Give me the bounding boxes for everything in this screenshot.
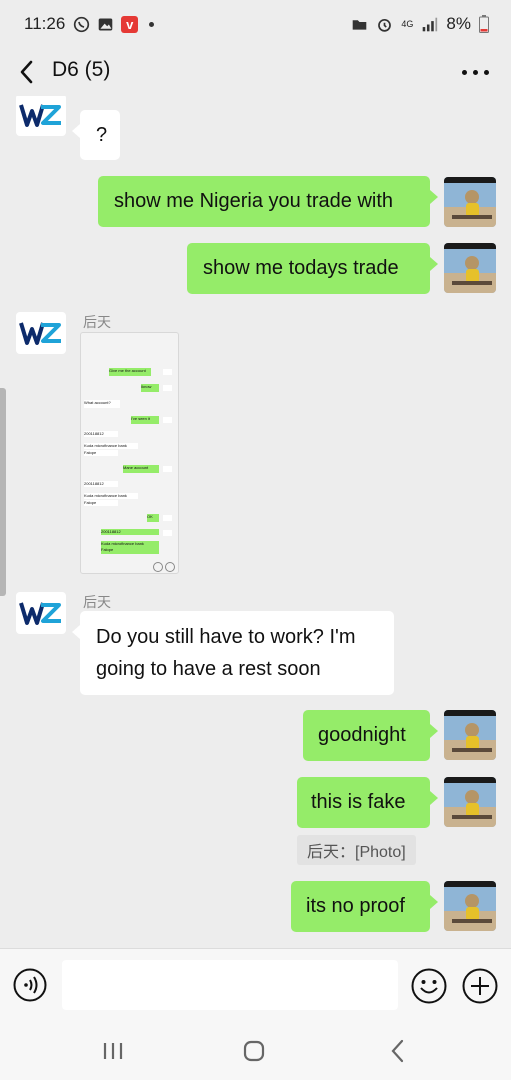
message-input[interactable] xyxy=(62,960,398,1010)
message-bubble[interactable]: Do you still have to work? I'm going to … xyxy=(72,611,394,695)
alarm-icon xyxy=(378,18,392,32)
message-bubble[interactable]: this is fake xyxy=(297,777,438,828)
status-bar: 11:26 v 4G 8% xyxy=(0,0,511,48)
teddy-bear-photo xyxy=(444,710,496,760)
thumb-line: Mane account xyxy=(123,465,159,473)
teddy-bear-photo xyxy=(444,777,496,827)
avatar[interactable] xyxy=(444,177,496,227)
avatar[interactable] xyxy=(444,710,496,760)
emoji-icon[interactable] xyxy=(411,968,447,1004)
notification-dot-icon xyxy=(149,21,155,27)
thumb-line: Kuda microfinance bank xyxy=(84,493,138,499)
thumb-line: 200118812 xyxy=(101,529,159,535)
signal-icon xyxy=(423,17,438,31)
thumb-line: Falope xyxy=(84,450,118,456)
avatar[interactable] xyxy=(16,96,66,136)
thumb-line: Falope xyxy=(84,500,118,506)
thumb-line: 200118812 xyxy=(84,481,118,487)
image-message[interactable]: Give me the account Iknow What account? … xyxy=(80,332,179,574)
home-icon[interactable] xyxy=(243,1040,265,1062)
message-bubble[interactable]: show me Nigeria you trade with xyxy=(98,176,438,227)
thumb-line: Falope xyxy=(101,547,159,554)
v-app-icon: v xyxy=(121,15,139,33)
thumb-line: 200118812 xyxy=(84,431,118,437)
status-time: 11:26 xyxy=(24,14,66,33)
voice-icon[interactable] xyxy=(13,968,47,1002)
wz-logo-icon xyxy=(19,322,61,345)
avatar[interactable] xyxy=(16,592,66,634)
battery-percent: 8% xyxy=(446,14,471,33)
thumb-line: I've seen it xyxy=(131,416,159,424)
whatsapp-icon xyxy=(74,16,90,32)
thumb-line: Iknow xyxy=(141,384,159,392)
teddy-bear-photo xyxy=(444,243,496,293)
message-bubble[interactable]: show me todays trade xyxy=(187,243,438,294)
chevron-left-icon[interactable] xyxy=(14,58,40,86)
sender-name: 后天 xyxy=(83,314,111,330)
wz-logo-icon xyxy=(19,602,61,625)
folder-icon xyxy=(353,19,367,30)
message-bubble[interactable]: its no proof xyxy=(291,881,438,932)
input-bar xyxy=(0,948,511,1023)
message-bubble[interactable]: goodnight xyxy=(303,710,438,761)
nav-bar xyxy=(0,1022,511,1080)
teddy-bear-photo xyxy=(444,881,496,931)
chat-area[interactable]: ? show me Nigeria you trade with show me… xyxy=(0,96,511,948)
thumb-line: Give me the account xyxy=(109,368,151,376)
back-nav-icon[interactable] xyxy=(388,1038,408,1064)
avatar[interactable] xyxy=(444,777,496,827)
quoted-message[interactable]: 后天：[Photo] xyxy=(297,835,416,865)
thumb-line: What account? xyxy=(84,400,120,408)
teddy-bear-photo xyxy=(444,177,496,227)
chat-header: D6 (5) xyxy=(0,48,511,96)
battery-icon xyxy=(479,15,489,33)
plus-icon[interactable] xyxy=(462,968,498,1004)
avatar[interactable] xyxy=(444,881,496,931)
avatar[interactable] xyxy=(16,312,66,354)
sender-name: 后天 xyxy=(83,594,111,610)
wz-logo-icon xyxy=(19,104,61,127)
thumb-line: Kuda microfinance bank xyxy=(84,443,138,449)
chat-title: D6 (5) xyxy=(52,58,111,81)
more-dots-icon[interactable] xyxy=(462,70,489,75)
scrollbar[interactable] xyxy=(0,388,6,596)
gallery-icon xyxy=(98,18,113,30)
message-bubble[interactable]: ? xyxy=(72,110,120,160)
network-type: 4G xyxy=(401,18,414,29)
recent-apps-icon[interactable] xyxy=(101,1042,125,1060)
avatar[interactable] xyxy=(444,243,496,293)
thumb-line: OK xyxy=(147,514,159,522)
